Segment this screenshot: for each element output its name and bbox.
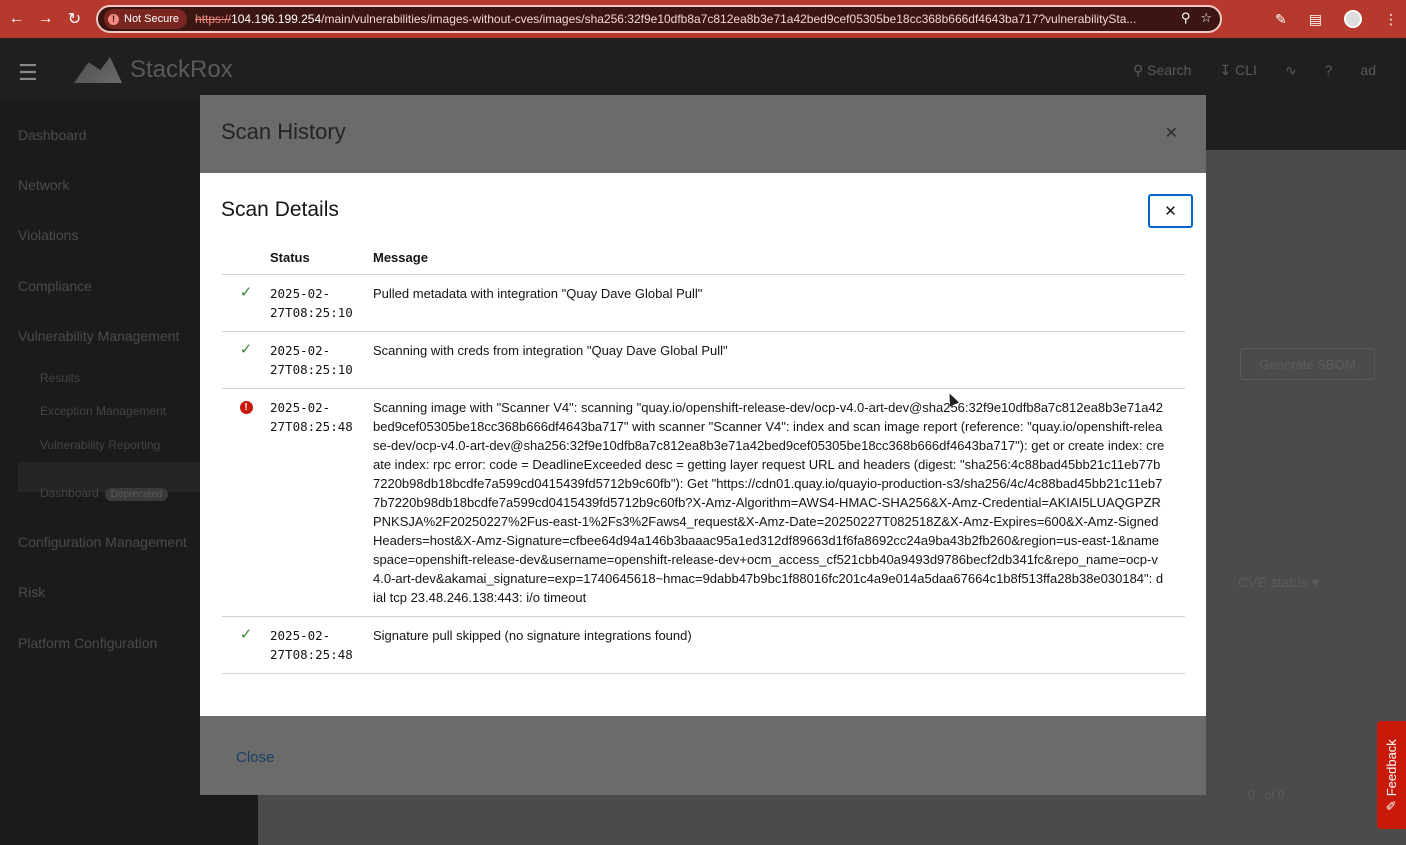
extensions-icon[interactable]: ✎: [1275, 11, 1287, 28]
sidebar-item-configuration-management[interactable]: Configuration Management: [18, 534, 187, 550]
sidebar-item-network[interactable]: Network: [18, 177, 69, 193]
table-row: ! 2025-02- 27T08:25:48 Scanning image wit…: [222, 389, 1185, 617]
cli-button[interactable]: ↧ CLI: [1219, 62, 1256, 79]
message-text: Scanning image with "Scanner V4": scanni…: [373, 400, 1165, 605]
menu-icon[interactable]: ⋮: [1384, 11, 1398, 28]
table-row: ✓ 2025-02- 27T08:25:10 Pulled metadata wi…: [222, 275, 1185, 332]
error-icon: !: [239, 401, 253, 414]
table-row: ✓ 2025-02- 27T08:25:48 Signature pull ski…: [222, 617, 1185, 674]
pagination: 0 of 0: [1248, 788, 1285, 802]
message-text: Signature pull skipped (no signature int…: [373, 628, 692, 643]
search-icon: ⚲: [1132, 62, 1148, 78]
deprecated-badge: Deprecated: [104, 488, 169, 501]
scan-details-title: Scan Details: [221, 198, 339, 221]
column-status: Status: [270, 250, 310, 265]
table-header: Status Message: [222, 241, 1185, 275]
table-row: ✓ 2025-02- 27T08:25:10 Scanning with cred…: [222, 332, 1185, 389]
activity-icon[interactable]: ∿: [1285, 62, 1297, 79]
close-button[interactable]: ✕: [1148, 194, 1193, 228]
hamburger-icon[interactable]: ☰: [18, 60, 38, 86]
help-icon[interactable]: ?: [1325, 62, 1333, 79]
scan-history-title: Scan History: [221, 119, 346, 144]
check-icon: ✓: [239, 284, 253, 301]
sidebar-item-vm-dashboard[interactable]: Dashboard Deprecated: [40, 486, 169, 501]
forward-icon[interactable]: →: [31, 0, 60, 38]
logo-mark-icon: [74, 57, 122, 83]
security-label: Not Secure: [124, 13, 180, 25]
column-message: Message: [373, 250, 428, 265]
cve-status-filter[interactable]: CVE status ▾: [1238, 574, 1319, 591]
zoom-icon[interactable]: ⚲: [1181, 10, 1191, 26]
close-link[interactable]: Close: [236, 749, 274, 766]
sidebar-item-vulnerability-management[interactable]: Vulnerability Management: [18, 328, 179, 344]
sidebar-item-platform-configuration[interactable]: Platform Configuration: [18, 635, 157, 651]
status-timestamp: 2025-02- 27T08:25:10: [270, 343, 353, 377]
warning-icon: !: [108, 13, 119, 25]
masthead: ☰ StackRox ⚲ Search ↧ CLI ∿ ? ad: [0, 38, 1406, 102]
sidebar-item-dashboard[interactable]: Dashboard: [18, 127, 87, 143]
close-icon[interactable]: ✕: [1165, 123, 1178, 143]
reload-icon[interactable]: ↻: [60, 0, 89, 38]
star-icon[interactable]: ☆: [1200, 10, 1212, 26]
status-timestamp: 2025-02- 27T08:25:48: [270, 628, 353, 662]
status-timestamp: 2025-02- 27T08:25:48: [270, 400, 353, 434]
profile-icon[interactable]: [1344, 10, 1362, 28]
message-text: Scanning with creds from integration "Qu…: [373, 343, 728, 358]
search-button[interactable]: ⚲ Search: [1133, 62, 1192, 79]
security-chip[interactable]: ! Not Secure: [104, 9, 188, 29]
logo: StackRox: [74, 56, 233, 84]
scan-details-modal: Scan Details ✕ Status Message ✓ 2025-02-…: [200, 173, 1206, 716]
url-text[interactable]: https://104.196.199.254/main/vulnerabili…: [195, 12, 1170, 26]
address-bar[interactable]: ! Not Secure https://104.196.199.254/mai…: [96, 5, 1222, 33]
caret-down-icon: ▾: [1311, 574, 1319, 590]
generate-sbom-button[interactable]: Generate SBOM: [1240, 348, 1375, 380]
sidebar-item-violations[interactable]: Violations: [18, 227, 78, 243]
feedback-button[interactable]: ✎ Feedback: [1377, 721, 1406, 829]
logo-text: StackRox: [130, 56, 233, 83]
sidebar-icon[interactable]: ▤: [1309, 11, 1322, 28]
check-icon: ✓: [239, 341, 253, 358]
sidebar-item-risk[interactable]: Risk: [18, 584, 45, 600]
status-timestamp: 2025-02- 27T08:25:10: [270, 286, 353, 320]
user-menu[interactable]: ad: [1360, 62, 1376, 79]
sidebar-item-compliance[interactable]: Compliance: [18, 278, 92, 294]
feedback-icon: ✎: [1383, 796, 1399, 811]
download-icon: ↧: [1219, 62, 1236, 78]
sidebar-item-exception-management[interactable]: Exception Management: [40, 404, 166, 418]
check-icon: ✓: [239, 626, 253, 643]
sidebar-item-results[interactable]: Results: [40, 371, 80, 385]
browser-toolbar: ← → ↻ ! Not Secure https://104.196.199.2…: [0, 0, 1406, 38]
sidebar-item-vulnerability-reporting[interactable]: Vulnerability Reporting: [40, 438, 160, 452]
close-icon: ✕: [1164, 203, 1177, 220]
scan-details-table: Status Message ✓ 2025-02- 27T08:25:10 Pul…: [222, 241, 1185, 674]
back-icon[interactable]: ←: [2, 0, 31, 38]
message-text: Pulled metadata with integration "Quay D…: [373, 286, 703, 301]
